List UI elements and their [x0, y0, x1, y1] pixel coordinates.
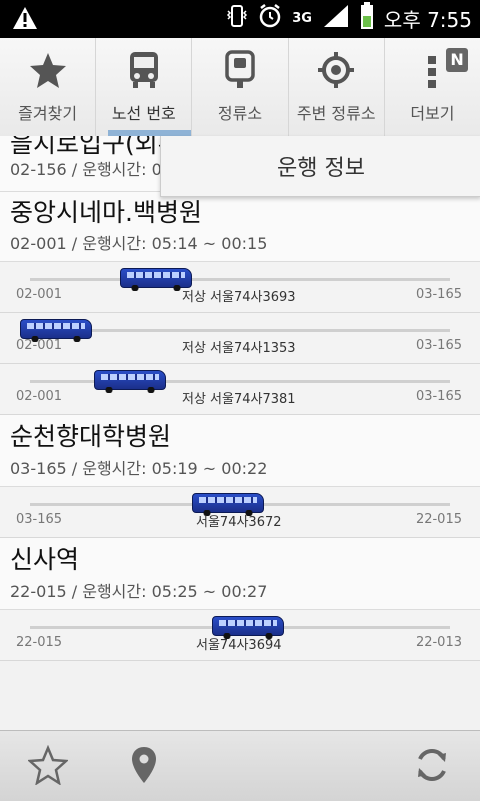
map-location-button[interactable]: [120, 743, 168, 791]
list-item-stop[interactable]: 순천향대학병원 03-165 / 운행시간: 05:19 ~ 00:22: [0, 415, 480, 487]
refresh-button[interactable]: [408, 743, 456, 791]
star-icon: [28, 50, 68, 94]
segment-start-code: 02-001: [16, 287, 63, 302]
operation-info-button[interactable]: 운행 정보: [160, 136, 480, 197]
segment-end-code: 03-165: [415, 287, 462, 302]
tab-nearby-stops[interactable]: 주변 정류소: [289, 38, 385, 136]
stop-name: 중앙시네마.백병원: [10, 198, 202, 227]
segment-end-code: 22-013: [415, 635, 462, 650]
stop-meta: 02-001 / 운행시간: 05:14 ~ 00:15: [10, 234, 268, 253]
bus-plate: 저상 서울74사7381: [182, 392, 296, 407]
tab-more[interactable]: N 더보기: [385, 38, 480, 136]
segment-start-code: 03-165: [16, 512, 63, 527]
map-pin-icon: [130, 745, 158, 789]
route-segment-line: [30, 278, 450, 281]
more-icon: [425, 50, 439, 94]
segment-end-code: 22-015: [415, 512, 462, 527]
list-item-stop[interactable]: 중앙시네마.백병원 02-001 / 운행시간: 05:14 ~ 00:15: [0, 192, 480, 262]
route-stop-list[interactable]: 을지로입구(외환은행본점) 02-156 / 운행시간: 05:13 ~ 00:…: [0, 136, 480, 730]
route-segment-line: [30, 329, 450, 332]
bus-marker-icon[interactable]: [192, 493, 264, 516]
segment-end-code: 03-165: [415, 338, 462, 353]
tab-favorites[interactable]: 즐겨찾기: [0, 38, 97, 136]
main-tab-bar: 즐겨찾기 노선 번호 정류소 주변 정류소 N 더보기: [0, 38, 480, 137]
bus-icon: [126, 50, 162, 94]
segment-start-code: 02-001: [16, 338, 63, 353]
bus-marker-icon[interactable]: [94, 370, 166, 393]
tab-label: 더보기: [410, 104, 455, 123]
list-item-stop[interactable]: 신사역 22-015 / 운행시간: 05:25 ~ 00:27: [0, 538, 480, 610]
stop-name: 신사역: [10, 545, 80, 574]
tab-label: 노선 번호: [111, 104, 176, 123]
clock-text: 오후 7:55: [383, 8, 472, 32]
bus-plate: 서울74사3672: [196, 515, 282, 530]
bus-position-row[interactable]: 22-015 서울74사3694 22-013: [0, 610, 480, 661]
new-badge-icon: N: [446, 48, 469, 72]
segment-start-code: 02-001: [16, 389, 63, 404]
tab-label: 주변 정류소: [296, 104, 376, 123]
bus-marker-icon[interactable]: [212, 616, 284, 639]
bus-marker-icon[interactable]: [20, 319, 92, 342]
tab-bus-stop[interactable]: 정류소: [192, 38, 289, 136]
stop-name: 순천향대학병원: [10, 422, 172, 451]
network-type-label: 3G: [292, 11, 312, 26]
bottom-action-bar: [0, 730, 480, 801]
battery-icon: [360, 2, 374, 35]
refresh-icon: [412, 745, 452, 789]
star-outline-icon: [26, 744, 70, 789]
bus-plate: 저상 서울74사3693: [182, 290, 296, 305]
bus-plate: 서울74사3694: [196, 638, 282, 653]
location-target-icon: [316, 50, 356, 94]
bus-marker-icon[interactable]: [120, 268, 192, 291]
bus-stop-icon: [224, 50, 256, 94]
bus-position-row[interactable]: 02-001 저상 서울74사7381 03-165: [0, 364, 480, 415]
popup-label: 운행 정보: [277, 156, 365, 181]
alarm-icon: [258, 3, 282, 34]
bus-position-row[interactable]: 02-001 저상 서울74사3693 03-165: [0, 262, 480, 313]
warning-icon: [12, 6, 38, 34]
vibrate-icon: [226, 3, 248, 34]
stop-meta: 03-165 / 운행시간: 05:19 ~ 00:22: [10, 459, 268, 478]
route-segment-line: [30, 380, 450, 383]
tab-label: 즐겨찾기: [18, 104, 78, 123]
bus-position-row[interactable]: 03-165 서울74사3672 22-015: [0, 487, 480, 538]
tab-route-number[interactable]: 노선 번호: [96, 38, 193, 136]
bus-position-row[interactable]: 02-001 저상 서울74사1353 03-165: [0, 313, 480, 364]
tab-label: 정류소: [217, 104, 263, 123]
add-favorite-button[interactable]: [24, 743, 72, 791]
signal-icon: [322, 3, 350, 34]
bus-plate: 저상 서울74사1353: [182, 341, 296, 356]
segment-end-code: 03-165: [415, 389, 462, 404]
segment-start-code: 22-015: [16, 635, 63, 650]
status-bar: 3G 오후 7:55: [0, 0, 480, 38]
stop-meta: 22-015 / 운행시간: 05:25 ~ 00:27: [10, 582, 268, 601]
